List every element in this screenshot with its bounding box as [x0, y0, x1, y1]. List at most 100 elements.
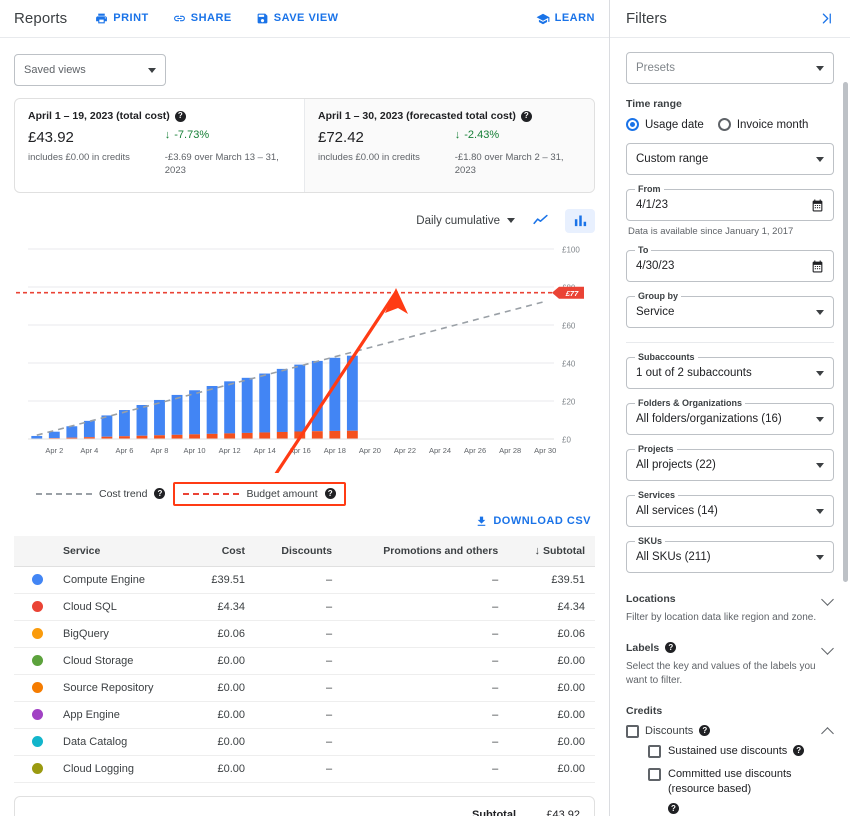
granularity-select[interactable]: Daily cumulative [416, 215, 515, 227]
share-button[interactable]: SHARE [173, 12, 232, 25]
bar-segment-compute-engine[interactable] [189, 390, 200, 434]
services-select[interactable]: Services All services (14) [626, 495, 834, 527]
radio-invoice-month[interactable]: Invoice month [718, 118, 809, 131]
labels-accordion[interactable]: Labels ? [626, 642, 834, 654]
bar-segment-cloud-sql[interactable] [312, 431, 323, 439]
to-date-field[interactable]: To 4/30/23 [626, 250, 834, 282]
bar-segment-compute-engine[interactable] [277, 369, 288, 432]
col-cost[interactable]: Cost [189, 536, 255, 567]
discounts-row[interactable]: Discounts ? [626, 724, 822, 738]
bar-segment-cloud-sql[interactable] [259, 432, 270, 439]
bar-segment-compute-engine[interactable] [49, 431, 60, 437]
bar-segment-compute-engine[interactable] [312, 361, 323, 431]
table-row[interactable]: Cloud SQL£4.34––£4.34 [14, 593, 595, 620]
legend-cost-trend[interactable]: Cost trend ? [28, 484, 173, 504]
cost-trend-line[interactable] [37, 301, 545, 435]
bar-chart-toggle[interactable] [565, 209, 595, 233]
help-icon[interactable]: ? [521, 111, 532, 122]
service-color-dot [32, 763, 43, 774]
bar-segment-cloud-sql[interactable] [329, 431, 340, 439]
calendar-icon[interactable] [811, 199, 824, 212]
bar-segment-compute-engine[interactable] [347, 355, 358, 430]
cost-chart[interactable]: £0£20£40£60£80£100Apr 2Apr 4Apr 6Apr 8Ap… [14, 235, 595, 475]
bar-segment-compute-engine[interactable] [172, 395, 183, 435]
help-icon[interactable]: ? [699, 725, 710, 736]
bar-segment-compute-engine[interactable] [119, 410, 130, 436]
learn-button[interactable]: LEARN [536, 12, 595, 26]
folders-select[interactable]: Folders & Organizations All folders/orga… [626, 403, 834, 435]
school-icon [536, 12, 550, 26]
help-icon[interactable]: ? [665, 642, 676, 653]
help-icon[interactable]: ? [668, 803, 679, 814]
bar-segment-compute-engine[interactable] [329, 357, 340, 430]
sustained-use-discounts-row[interactable]: Sustained use discounts ? [648, 744, 834, 759]
table-row[interactable]: Cloud Logging£0.00––£0.00 [14, 755, 595, 782]
bar-segment-compute-engine[interactable] [31, 436, 42, 439]
download-csv-button[interactable]: DOWNLOAD CSV [475, 515, 591, 528]
chevron-down-icon [816, 66, 824, 71]
table-row[interactable]: Source Repository£0.00––£0.00 [14, 674, 595, 701]
col-service[interactable]: Service [53, 536, 189, 567]
table-row[interactable]: App Engine£0.00––£0.00 [14, 701, 595, 728]
table-row[interactable]: Data Catalog£0.00––£0.00 [14, 728, 595, 755]
bar-segment-cloud-sql[interactable] [154, 435, 165, 439]
radio-usage-date[interactable]: Usage date [626, 118, 704, 131]
discounts-accordion[interactable]: Discounts ? [626, 724, 834, 738]
bar-segment-cloud-sql[interactable] [347, 430, 358, 438]
bar-segment-cloud-sql[interactable] [224, 433, 235, 439]
table-row[interactable]: Compute Engine£39.51––£39.51 [14, 566, 595, 593]
from-date-field[interactable]: From 4/1/23 [626, 189, 834, 221]
help-icon[interactable]: ? [154, 488, 165, 499]
services-value: All services (14) [636, 505, 816, 517]
col-promotions[interactable]: Promotions and others [342, 536, 508, 567]
table-row[interactable]: Cloud Storage£0.00––£0.00 [14, 647, 595, 674]
collapse-panel-icon[interactable] [819, 11, 834, 26]
help-icon[interactable]: ? [793, 745, 804, 756]
bar-segment-cloud-sql[interactable] [172, 434, 183, 438]
bar-segment-compute-engine[interactable] [101, 415, 112, 436]
help-icon[interactable]: ? [325, 488, 336, 499]
bar-segment-compute-engine[interactable] [137, 405, 148, 436]
bar-segment-compute-engine[interactable] [259, 373, 270, 432]
group-by-select[interactable]: Group by Service [626, 296, 834, 328]
subaccounts-select[interactable]: Subaccounts 1 out of 2 subaccounts [626, 357, 834, 389]
service-color-dot [32, 655, 43, 666]
bar-segment-compute-engine[interactable] [84, 420, 95, 436]
skus-select[interactable]: SKUs All SKUs (211) [626, 541, 834, 573]
bar-segment-compute-engine[interactable] [224, 381, 235, 433]
calendar-icon[interactable] [811, 260, 824, 273]
sustained-use-discounts-checkbox[interactable] [648, 745, 661, 758]
cell-promotions: – [342, 593, 508, 620]
help-icon[interactable]: ? [175, 111, 186, 122]
table-row[interactable]: BigQuery£0.06––£0.06 [14, 620, 595, 647]
bar-segment-cloud-sql[interactable] [189, 434, 200, 439]
committed-use-discounts-checkbox[interactable] [648, 768, 661, 781]
bar-segment-compute-engine[interactable] [154, 400, 165, 435]
projects-select[interactable]: Projects All projects (22) [626, 449, 834, 481]
bar-segment-cloud-sql[interactable] [207, 433, 218, 438]
presets-select[interactable]: Presets [626, 52, 834, 84]
save-icon [256, 12, 269, 25]
line-chart-toggle[interactable] [525, 209, 555, 233]
bar-segment-compute-engine[interactable] [294, 364, 305, 431]
col-subtotal[interactable]: ↓Subtotal [508, 536, 595, 567]
locations-accordion[interactable]: Locations [626, 593, 834, 605]
bar-segment-compute-engine[interactable] [242, 377, 253, 432]
legend-budget-amount[interactable]: Budget amount ? [173, 482, 345, 506]
bar-segment-compute-engine[interactable] [66, 426, 77, 437]
x-axis-tick: Apr 2 [45, 446, 63, 455]
filters-scrollbar[interactable] [843, 82, 848, 582]
total-cost-card-header: April 1 – 19, 2023 (total cost) ? [28, 110, 291, 122]
col-discounts[interactable]: Discounts [255, 536, 342, 567]
forecast-cost-card: April 1 – 30, 2023 (forecasted total cos… [304, 99, 594, 192]
bar-segment-compute-engine[interactable] [207, 386, 218, 434]
committed-use-discounts-row[interactable]: Committed use discounts (resource based)… [648, 767, 834, 814]
print-button[interactable]: PRINT [95, 12, 149, 25]
saved-views-select[interactable]: Saved views [14, 54, 166, 86]
cell-promotions: – [342, 755, 508, 782]
discounts-checkbox[interactable] [626, 725, 639, 738]
range-type-select[interactable]: Custom range [626, 143, 834, 175]
save-view-button[interactable]: SAVE VIEW [256, 12, 339, 25]
bar-segment-cloud-sql[interactable] [242, 433, 253, 439]
bar-segment-cloud-sql[interactable] [277, 432, 288, 439]
